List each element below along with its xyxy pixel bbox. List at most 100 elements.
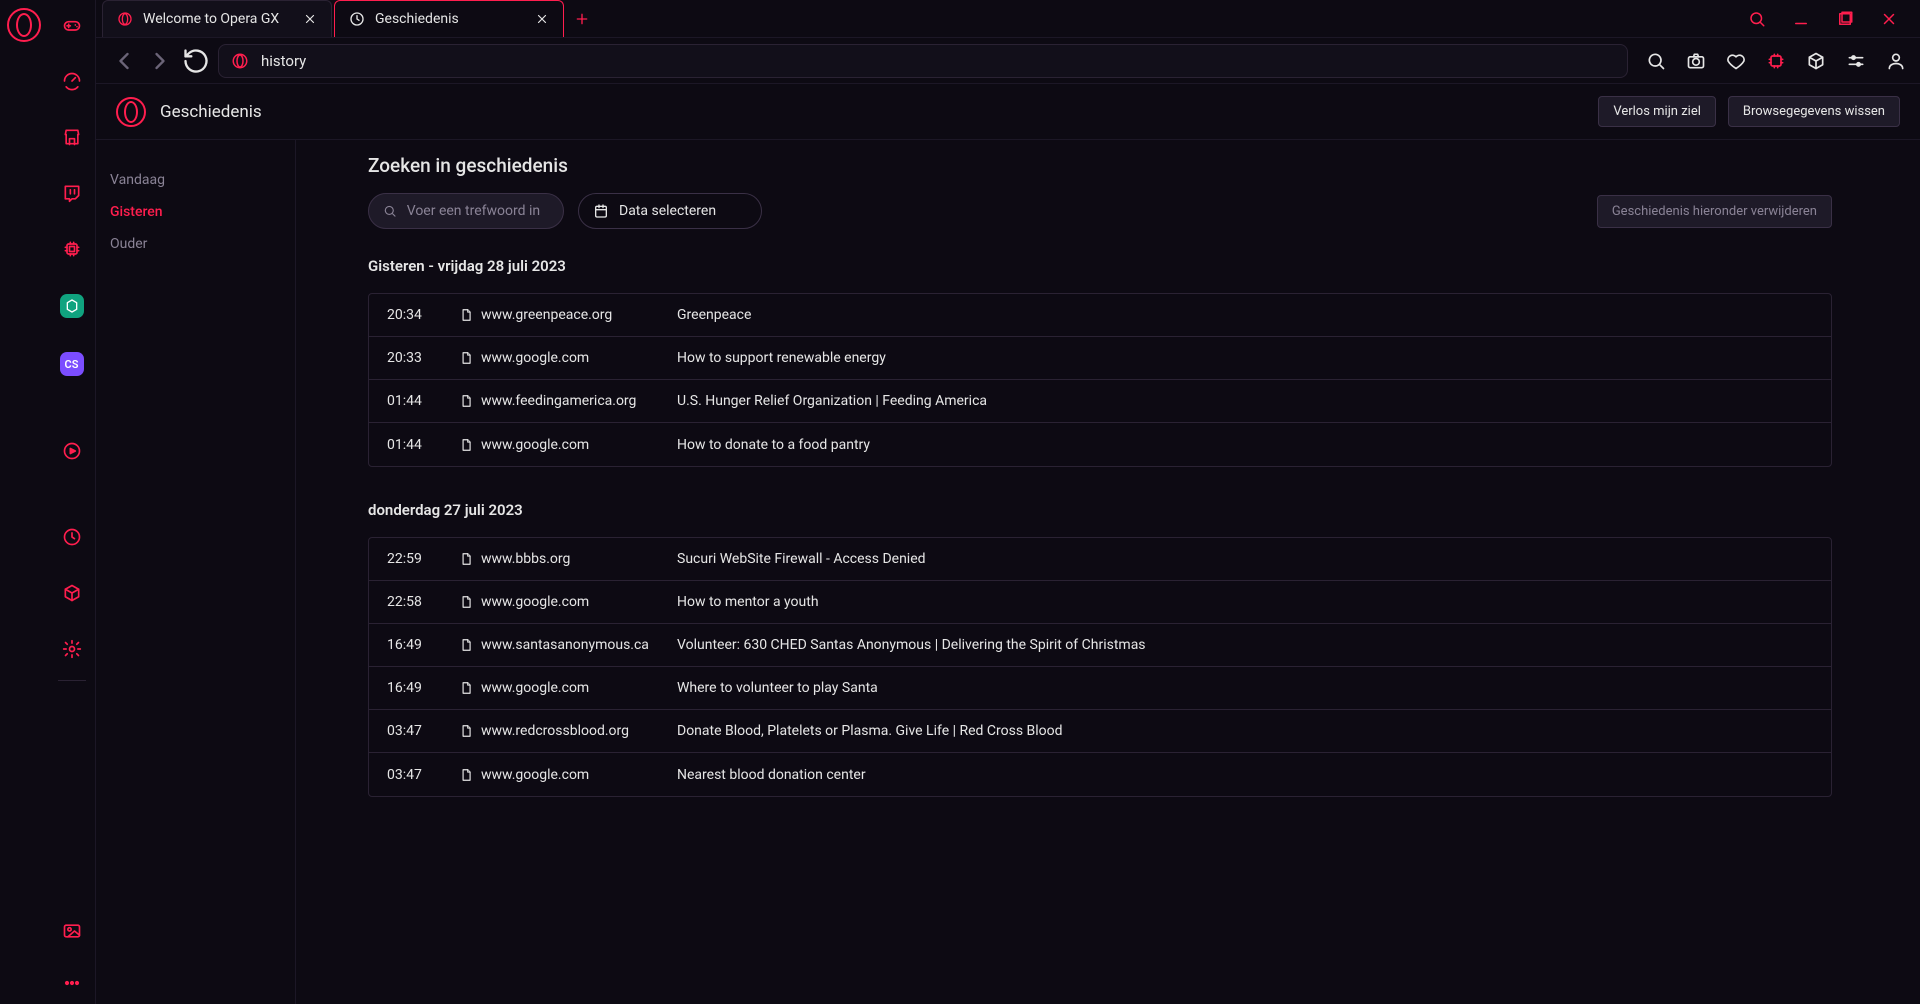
search-icon[interactable] <box>1748 10 1766 28</box>
maximize-icon[interactable] <box>1836 10 1854 28</box>
history-row[interactable]: 03:47www.google.comNearest blood donatio… <box>369 753 1831 796</box>
history-row[interactable]: 01:44www.google.comHow to donate to a fo… <box>369 423 1831 466</box>
history-title: U.S. Hunger Relief Organization | Feedin… <box>677 393 1813 409</box>
search-input[interactable] <box>407 203 549 219</box>
address-field[interactable]: history <box>218 44 1628 78</box>
history-domain: www.google.com <box>481 680 677 696</box>
address-actions <box>1636 51 1906 71</box>
history-time: 16:49 <box>387 637 459 653</box>
window-close-icon[interactable] <box>1880 10 1898 28</box>
find-icon[interactable] <box>1646 51 1666 71</box>
history-day-table: 20:34 www.greenpeace.orgGreenpeace 20:33 ww… <box>368 293 1832 467</box>
history-domain: www.google.com <box>481 350 677 366</box>
file-icon <box>459 768 481 782</box>
page-header: Geschiedenis Verlos mijn ziel Browsegege… <box>96 84 1920 140</box>
image-icon[interactable] <box>61 920 83 942</box>
reload-button[interactable] <box>182 47 210 75</box>
history-title: Greenpeace <box>677 307 1813 323</box>
history-row[interactable]: 16:49 www.santasanonymous.caVolunteer: 63… <box>369 624 1831 667</box>
more-icon[interactable] <box>61 972 83 994</box>
history-domain: www.feedingamerica.org <box>481 393 677 409</box>
sliders-icon[interactable] <box>1846 51 1866 71</box>
new-tab-button[interactable] <box>566 0 598 37</box>
search-box[interactable] <box>368 193 564 229</box>
opera-favicon-icon <box>117 11 133 27</box>
history-day-table: 22:59 www.bbbs.orgSucuri WebSite Firewall… <box>368 537 1832 797</box>
clock-favicon-icon <box>349 11 365 27</box>
history-domain: www.greenpeace.org <box>481 307 677 323</box>
store-icon[interactable] <box>61 126 83 148</box>
tab-strip: Welcome to Opera GX Geschiedenis <box>96 0 1920 38</box>
file-icon <box>459 438 481 452</box>
profile-icon[interactable] <box>1886 51 1906 71</box>
speedometer-icon[interactable] <box>61 70 83 92</box>
search-icon <box>383 203 397 219</box>
minimize-icon[interactable] <box>1792 10 1810 28</box>
history-row[interactable]: 16:49www.google.comWhere to volunteer to… <box>369 667 1831 710</box>
app-rail <box>0 0 48 1004</box>
heart-icon[interactable] <box>1726 51 1746 71</box>
clock-icon[interactable] <box>61 526 83 548</box>
history-time: 22:59 <box>387 551 459 567</box>
history-row[interactable]: 20:33 www.google.comHow to support renewa… <box>369 337 1831 380</box>
chip-icon[interactable] <box>61 238 83 260</box>
history-date-nav: Vandaag Gisteren Ouder <box>96 140 296 1004</box>
cube-icon[interactable] <box>61 582 83 604</box>
extension-icon[interactable] <box>1766 51 1786 71</box>
camera-icon[interactable] <box>1686 51 1706 71</box>
history-domain: www.santasanonymous.ca <box>481 637 677 653</box>
history-domain: www.google.com <box>481 767 677 783</box>
play-circle-icon[interactable] <box>61 440 83 462</box>
opera-logo-icon[interactable] <box>7 8 41 42</box>
twitch-icon[interactable] <box>61 182 83 204</box>
controller-icon[interactable] <box>61 14 83 36</box>
history-row[interactable]: 03:47www.redcrossblood.orgDonate Blood, … <box>369 710 1831 753</box>
opera-favicon-icon <box>231 52 249 70</box>
window-controls <box>1748 0 1920 37</box>
nav-yesterday[interactable]: Gisteren <box>110 196 295 228</box>
history-time: 20:34 <box>387 307 459 323</box>
close-icon[interactable] <box>535 12 549 26</box>
gear-icon[interactable] <box>61 638 83 660</box>
history-row[interactable]: 01:44 www.feedingamerica.orgU.S. Hunger R… <box>369 380 1831 423</box>
tab-welcome[interactable]: Welcome to Opera GX <box>102 0 332 37</box>
date-select[interactable]: Data selecteren <box>578 193 762 229</box>
history-title: Donate Blood, Platelets or Plasma. Give … <box>677 723 1813 739</box>
file-icon <box>459 351 481 365</box>
delete-below-button[interactable]: Geschiedenis hieronder verwijderen <box>1597 195 1832 228</box>
history-title: How to mentor a youth <box>677 594 1813 610</box>
history-time: 01:44 <box>387 437 459 453</box>
tab-title: Geschiedenis <box>375 11 525 27</box>
history-row[interactable]: 22:59 www.bbbs.orgSucuri WebSite Firewall… <box>369 538 1831 581</box>
sidebar: CS <box>48 0 96 1004</box>
address-url: history <box>261 52 306 70</box>
day-label: donderdag 27 juli 2023 <box>368 501 1832 519</box>
close-icon[interactable] <box>303 12 317 26</box>
nav-today[interactable]: Vandaag <box>110 164 295 196</box>
history-row[interactable]: 22:58www.google.comHow to mentor a youth <box>369 581 1831 624</box>
history-title: Where to volunteer to play Santa <box>677 680 1813 696</box>
history-title: Volunteer: 630 CHED Santas Anonymous | D… <box>677 637 1813 653</box>
history-time: 20:33 <box>387 350 459 366</box>
history-time: 01:44 <box>387 393 459 409</box>
file-icon <box>459 638 481 652</box>
tab-history[interactable]: Geschiedenis <box>334 0 564 37</box>
history-time: 22:58 <box>387 594 459 610</box>
history-title: How to support renewable energy <box>677 350 1813 366</box>
forward-button[interactable] <box>146 47 174 75</box>
cs-badge-icon[interactable]: CS <box>60 352 84 376</box>
nav-older[interactable]: Ouder <box>110 228 295 260</box>
clear-browsing-data-button[interactable]: Browsegegevens wissen <box>1728 96 1900 127</box>
file-icon <box>459 595 481 609</box>
clear-soul-button[interactable]: Verlos mijn ziel <box>1598 96 1716 127</box>
back-button[interactable] <box>110 47 138 75</box>
opera-logo-icon <box>116 97 146 127</box>
history-domain: www.bbbs.org <box>481 551 677 567</box>
history-title: Sucuri WebSite Firewall - Access Denied <box>677 551 1813 567</box>
history-domain: www.redcrossblood.org <box>481 723 677 739</box>
chatgpt-icon[interactable] <box>60 294 84 318</box>
cube-small-icon[interactable] <box>1806 51 1826 71</box>
history-row[interactable]: 20:34 www.greenpeace.orgGreenpeace <box>369 294 1831 337</box>
day-label: Gisteren - vrijdag 28 juli 2023 <box>368 257 1832 275</box>
tab-title: Welcome to Opera GX <box>143 11 293 27</box>
